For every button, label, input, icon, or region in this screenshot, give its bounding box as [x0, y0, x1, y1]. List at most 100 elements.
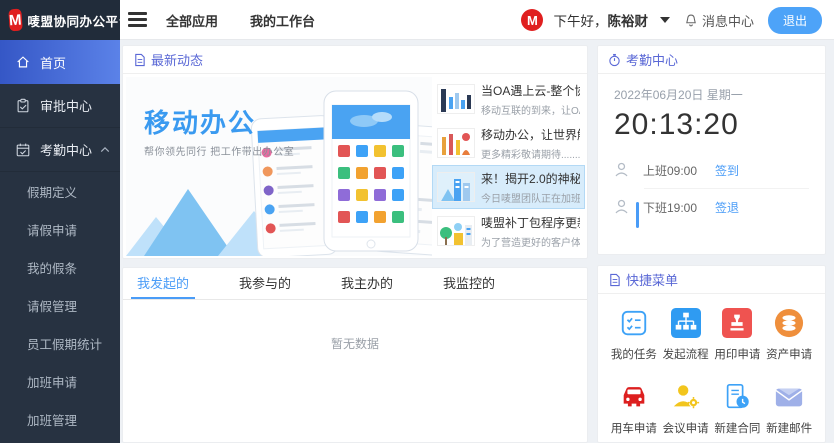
checkout-link[interactable]: 签退: [715, 199, 739, 216]
news-item[interactable]: 移动办公，让世界触手可 更多精彩敬请期待.......: [432, 121, 585, 165]
quick-menu-panel: 快捷菜单 我的任务 发起流程 用印申请 资产申请 用车申请 会议申请 新建合: [597, 265, 826, 443]
quick-item-my-tasks[interactable]: 我的任务: [608, 308, 660, 362]
logout-button[interactable]: 退出: [768, 7, 822, 34]
banner-subtitle: 帮你领先同行 把工作带出办公室: [144, 143, 294, 158]
top-header: M 唛盟协同办公平台 全部应用 我的工作台 M 下午好，陈裕财 消息中心 退出: [0, 0, 834, 40]
task-list-icon: [619, 308, 649, 338]
news-item[interactable]: 唛盟补丁包程序更新 为了营造更好的客户体验，唛: [432, 209, 585, 253]
flowchart-icon: [671, 308, 701, 338]
news-thumbnail: [437, 216, 475, 246]
attendance-panel-header: 考勤中心: [598, 46, 825, 74]
quick-item-label: 用车申请: [611, 420, 657, 436]
news-desc: 为了营造更好的客户体验，唛: [481, 234, 580, 249]
news-item[interactable]: 当OA遇上云-整个协同OA 移动互联的到来，让OA与云: [432, 77, 585, 121]
attendance-panel: 考勤中心 2022年06月20日 星期一 20:13:20 上班09:00 签到…: [597, 45, 826, 255]
user-avatar[interactable]: M: [521, 9, 543, 31]
banner-title: 移动办公: [144, 103, 256, 140]
chevron-up-icon: [100, 146, 110, 153]
quick-item-label: 资产申请: [766, 346, 812, 362]
document-icon: [133, 53, 146, 67]
quick-item-new-mail[interactable]: 新建邮件: [763, 382, 815, 436]
quick-item-asset-request[interactable]: 资产申请: [763, 308, 815, 362]
car-icon: [619, 382, 649, 412]
stamp-icon: [722, 308, 752, 338]
chevron-down-icon[interactable]: [660, 17, 670, 23]
attendance-date: 2022年06月20日 星期一: [614, 86, 809, 103]
person-icon: [614, 162, 629, 178]
database-icon: [774, 308, 804, 338]
menu-toggle-icon[interactable]: [128, 12, 147, 27]
sidebar-subitem-holiday-definition[interactable]: 假期定义: [0, 172, 120, 210]
person-icon: [614, 199, 629, 215]
quick-item-label: 用印申请: [714, 346, 760, 362]
quick-menu-grid: 我的任务 发起流程 用印申请 资产申请 用车申请 会议申请 新建合同 新建邮件: [598, 294, 825, 436]
checkin-link[interactable]: 签到: [715, 162, 739, 179]
sidebar-subitem-my-leave-notes[interactable]: 我的假条: [0, 248, 120, 286]
news-desc: 今日唛盟团队正在加班加点，: [481, 190, 580, 205]
top-nav: 全部应用 我的工作台: [166, 0, 315, 40]
sidebar-subitem-staff-holiday-stats[interactable]: 员工假期统计: [0, 324, 120, 362]
bell-icon: [684, 13, 698, 28]
news-title: 唛盟补丁包程序更新: [481, 214, 580, 231]
username: 陈裕财: [607, 14, 648, 29]
attendance-row-checkin: 上班09:00 签到: [614, 152, 809, 188]
quick-menu-header: 快捷菜单: [598, 266, 825, 294]
quick-item-label: 新建邮件: [766, 420, 812, 436]
quick-item-seal-request[interactable]: 用印申请: [712, 308, 764, 362]
tab-participated-by-me[interactable]: 我参与的: [233, 268, 297, 299]
sidebar-subitem-leave-request[interactable]: 请假申请: [0, 210, 120, 248]
news-thumbnail: [437, 172, 475, 202]
sidebar-item-home[interactable]: 首页: [0, 40, 120, 84]
quick-item-label: 会议申请: [663, 420, 709, 436]
sidebar-item-approval-center[interactable]: 审批中心: [0, 84, 120, 128]
sidebar-subitem-overtime-request[interactable]: 加班申请: [0, 362, 120, 400]
attendance-clock: 20:13:20: [614, 108, 809, 142]
nav-my-workspace[interactable]: 我的工作台: [250, 11, 315, 30]
attendance-row-checkout: 下班19:00 签退: [614, 189, 809, 225]
news-thumbnail: [437, 84, 475, 114]
quick-item-meeting-request[interactable]: 会议申请: [660, 382, 712, 436]
quick-menu-title: 快捷菜单: [626, 270, 678, 289]
contract-icon: [722, 382, 752, 412]
news-panel-header: 最新动态: [123, 46, 587, 74]
sidebar-item-attendance-center[interactable]: 考勤中心: [0, 128, 120, 172]
nav-all-apps[interactable]: 全部应用: [166, 11, 218, 30]
checkin-label: 上班09:00: [643, 162, 715, 179]
header-right: M 下午好，陈裕财 消息中心 退出: [521, 0, 822, 40]
document-icon: [608, 273, 621, 287]
news-item-selected[interactable]: 来！揭开2.0的神秘面纱- 今日唛盟团队正在加班加点，: [432, 165, 585, 209]
sidebar-subitem-overtime-management[interactable]: 加班管理: [0, 400, 120, 438]
home-icon: [15, 54, 31, 70]
sidebar-subitem-leave-management[interactable]: 请假管理: [0, 286, 120, 324]
news-desc: 更多精彩敬请期待.......: [481, 146, 580, 161]
message-center-label: 消息中心: [702, 11, 754, 30]
attendance-panel-title: 考勤中心: [626, 50, 678, 69]
tab-monitored-by-me[interactable]: 我监控的: [437, 268, 501, 299]
tab-hosted-by-me[interactable]: 我主办的: [335, 268, 399, 299]
quick-item-new-contract[interactable]: 新建合同: [712, 382, 764, 436]
tasks-tabs: 我发起的 我参与的 我主办的 我监控的: [123, 268, 587, 300]
quick-item-vehicle-request[interactable]: 用车申请: [608, 382, 660, 436]
news-texts: 当OA遇上云-整个协同OA 移动互联的到来，让OA与云: [481, 82, 580, 117]
message-center-button[interactable]: 消息中心: [684, 11, 754, 30]
calendar-check-icon: [15, 142, 31, 158]
sidebar: 首页 审批中心 考勤中心 假期定义 请假申请 我的假条 请假管理 员工假期统计 …: [0, 40, 120, 443]
app-logo-area: M 唛盟协同办公平台: [0, 0, 120, 40]
news-texts: 来！揭开2.0的神秘面纱- 今日唛盟团队正在加班加点，: [481, 170, 580, 205]
tab-initiated-by-me[interactable]: 我发起的: [131, 268, 195, 299]
sidebar-item-label: 考勤中心: [40, 140, 92, 159]
latest-news-panel: 最新动态: [122, 45, 588, 259]
news-banner[interactable]: 移动办公 帮你领先同行 把工作带出办公室: [126, 77, 432, 256]
news-list: 当OA遇上云-整个协同OA 移动互联的到来，让OA与云 移动办公，让世界触手可 …: [432, 77, 585, 256]
news-title: 移动办公，让世界触手可: [481, 126, 580, 143]
news-title: 当OA遇上云-整个协同OA: [481, 82, 580, 99]
clipboard-icon: [15, 98, 31, 114]
news-thumbnail: [437, 128, 475, 158]
app-logo: M: [8, 9, 22, 32]
news-desc: 移动互联的到来，让OA与云: [481, 102, 580, 117]
user-greeting[interactable]: 下午好，陈裕财: [553, 10, 648, 30]
stopwatch-icon: [608, 53, 621, 67]
quick-item-start-flow[interactable]: 发起流程: [660, 308, 712, 362]
news-panel-title: 最新动态: [151, 50, 203, 69]
checkout-label: 下班19:00: [643, 199, 715, 216]
